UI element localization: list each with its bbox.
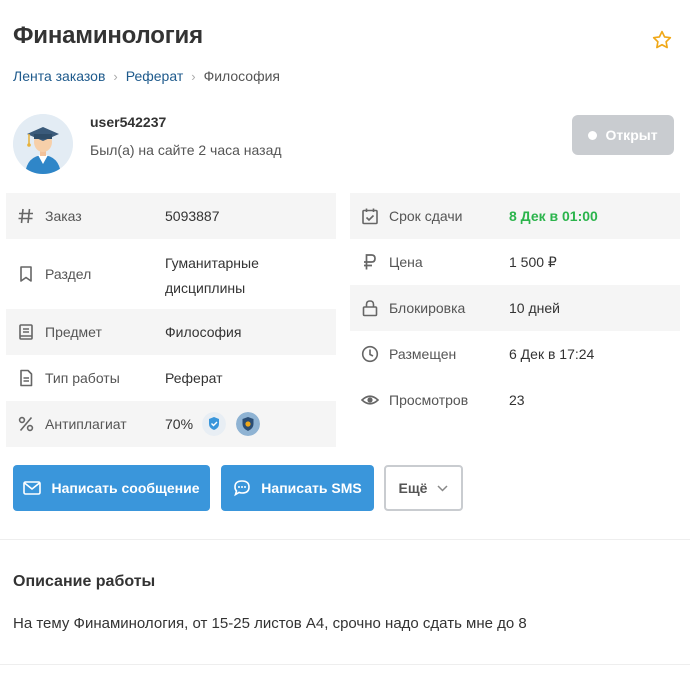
order-number: 5093887 [165, 208, 220, 224]
detail-label: Блокировка [389, 300, 466, 316]
chevron-right-icon: › [191, 68, 196, 84]
envelope-icon [23, 481, 42, 495]
detail-label: Размещен [389, 346, 457, 362]
chevron-right-icon: › [113, 68, 118, 84]
detail-row-posted: Размещен 6 Дек в 17:24 [350, 331, 680, 377]
antiplagiat-value: 70% [165, 416, 194, 432]
breadcrumb: Лента заказов › Реферат › Философия [13, 68, 280, 84]
section-value-line2: дисциплины [165, 280, 246, 296]
lock-icon [362, 300, 378, 317]
status-label: Открыт [605, 127, 658, 143]
hash-icon [18, 208, 33, 224]
views-value: 23 [509, 392, 525, 408]
student-avatar-icon [13, 114, 73, 174]
avatar[interactable] [13, 114, 73, 174]
breadcrumb-link-feed[interactable]: Лента заказов [13, 68, 105, 84]
detail-label: Тип работы [45, 370, 120, 386]
chevron-down-icon [437, 484, 448, 492]
detail-row-antiplagiat: Антиплагиат 70% [6, 401, 336, 447]
calendar-check-icon [362, 208, 378, 225]
section-divider [0, 664, 690, 665]
description-text: На тему Финаминология, от 15-25 листов А… [13, 615, 527, 632]
more-label: Ещё [398, 480, 428, 496]
detail-row-order: Заказ 5093887 [6, 193, 336, 239]
block-value: 10 дней [509, 300, 560, 316]
detail-row-deadline: Срок сдачи 8 Дек в 01:00 [350, 193, 680, 239]
detail-label: Заказ [45, 208, 82, 224]
star-icon[interactable] [651, 29, 673, 51]
more-dropdown-button[interactable]: Ещё [384, 465, 463, 511]
send-message-label: Написать сообщение [51, 480, 200, 496]
status-badge: Открыт [572, 115, 674, 155]
antiplagiat-shield-icon [236, 412, 260, 436]
document-icon [20, 369, 33, 387]
send-sms-label: Написать SMS [261, 480, 362, 496]
eye-icon [361, 395, 379, 405]
detail-label: Срок сдачи [389, 208, 463, 224]
breadcrumb-link-type[interactable]: Реферат [126, 68, 184, 84]
section-divider [0, 539, 690, 540]
detail-row-views: Просмотров 23 [350, 377, 680, 423]
detail-label: Раздел [45, 266, 92, 282]
detail-row-price: Цена 1 500 ₽ [350, 239, 680, 285]
deadline-value: 8 Дек в 01:00 [509, 208, 598, 224]
book-icon [19, 324, 33, 340]
section-value[interactable]: Гуманитарные дисциплины [165, 251, 259, 301]
ruble-icon [364, 254, 376, 270]
page-title: Финаминология [13, 22, 203, 49]
send-sms-button[interactable]: Написать SMS [221, 465, 374, 511]
detail-row-subject: Предмет Философия [6, 309, 336, 355]
send-message-button[interactable]: Написать сообщение [13, 465, 210, 511]
detail-row-work-type: Тип работы Реферат [6, 355, 336, 401]
bookmark-icon [20, 266, 32, 282]
breadcrumb-current: Философия [203, 68, 281, 84]
section-value-line1: Гуманитарные [165, 255, 259, 271]
chat-bubble-icon [234, 480, 251, 497]
username[interactable]: user542237 [90, 114, 166, 130]
detail-label: Просмотров [389, 392, 469, 408]
price-value: 1 500 ₽ [509, 253, 557, 270]
posted-value: 6 Дек в 17:24 [509, 346, 595, 362]
description-title: Описание работы [13, 573, 156, 590]
detail-label: Антиплагиат [45, 416, 127, 432]
work-type-value[interactable]: Реферат [165, 370, 223, 386]
last-seen-text: Был(а) на сайте 2 часа назад [90, 142, 282, 158]
detail-label: Цена [389, 254, 423, 270]
subject-value[interactable]: Философия [165, 324, 241, 340]
antiplagiat-service-icon [202, 412, 226, 436]
percent-icon [18, 416, 34, 432]
status-dot-icon [588, 130, 598, 140]
detail-label: Предмет [45, 324, 102, 340]
detail-row-block: Блокировка 10 дней [350, 285, 680, 331]
clock-icon [361, 345, 379, 363]
detail-row-section: Раздел Гуманитарные дисциплины [6, 239, 336, 309]
